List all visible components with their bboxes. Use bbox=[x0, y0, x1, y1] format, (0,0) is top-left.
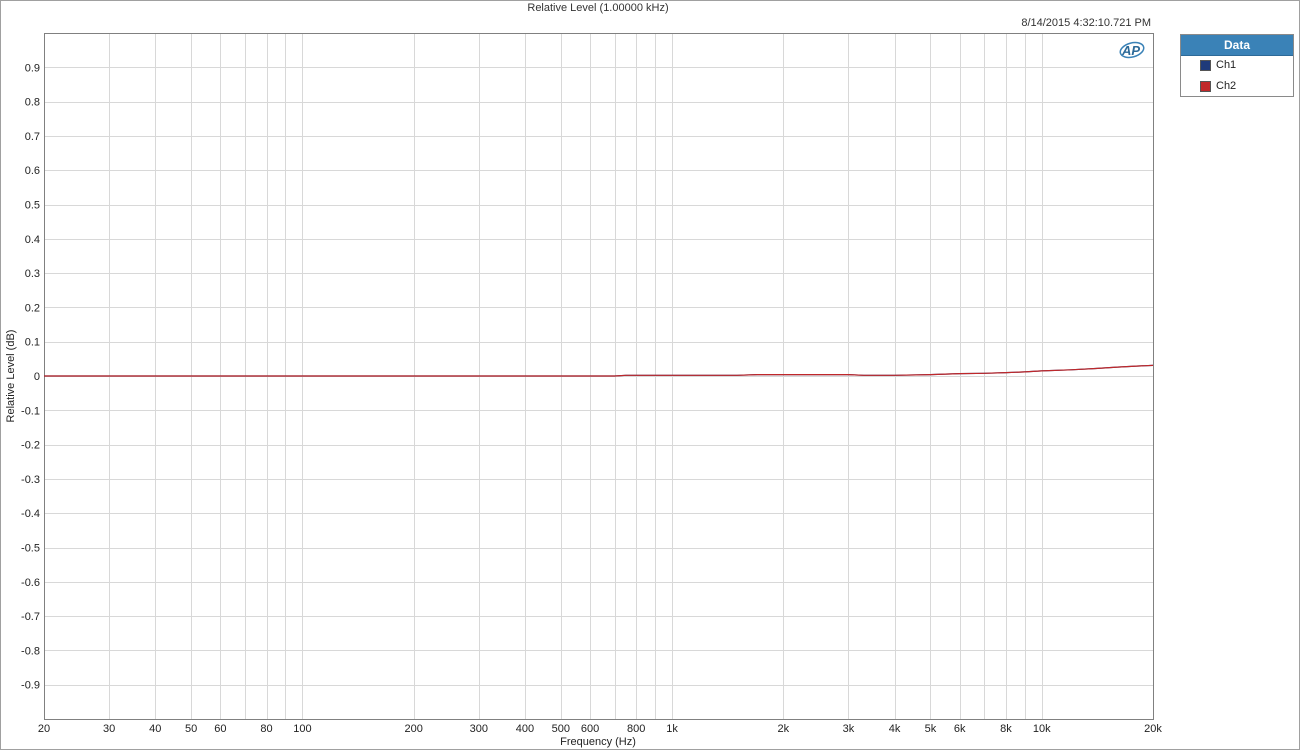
legend-item-ch1[interactable]: Ch1 bbox=[1181, 56, 1293, 77]
y-tick-label: 0.8 bbox=[25, 97, 40, 109]
x-tick-label: 40 bbox=[149, 723, 161, 735]
timestamp: 8/14/2015 4:32:10.721 PM bbox=[1021, 17, 1151, 29]
x-tick-label: 200 bbox=[404, 723, 422, 735]
x-tick-label: 300 bbox=[470, 723, 488, 735]
chart: Relative Level (1.00000 kHz) 8/14/2015 4… bbox=[0, 0, 1300, 750]
x-tick-label: 400 bbox=[516, 723, 534, 735]
x-tick-label: 4k bbox=[889, 723, 901, 735]
x-tick-label: 80 bbox=[260, 723, 272, 735]
ap-logo-text: AP bbox=[1121, 43, 1140, 58]
y-tick-label: -0.4 bbox=[21, 508, 40, 520]
x-tick-label: 8k bbox=[1000, 723, 1012, 735]
y-tick-label: -0.7 bbox=[21, 611, 40, 623]
x-tick-label: 100 bbox=[293, 723, 311, 735]
y-tick-label: -0.6 bbox=[21, 577, 40, 589]
y-tick-label: 0.9 bbox=[25, 62, 40, 74]
x-tick-label: 600 bbox=[581, 723, 599, 735]
legend-title: Data bbox=[1181, 35, 1293, 56]
y-tick-label: 0 bbox=[34, 371, 40, 383]
y-tick-label: 0.6 bbox=[25, 165, 40, 177]
legend-label-ch1: Ch1 bbox=[1216, 59, 1237, 71]
x-tick-label: 50 bbox=[185, 723, 197, 735]
legend-swatch-ch1 bbox=[1200, 60, 1211, 71]
y-tick-label: 0.2 bbox=[25, 302, 40, 314]
y-tick-label: 0.3 bbox=[25, 268, 40, 280]
x-axis-label: Frequency (Hz) bbox=[560, 736, 636, 748]
chart-title: Relative Level (1.00000 kHz) bbox=[527, 2, 668, 14]
y-tick-label: -0.1 bbox=[21, 405, 40, 417]
y-tick-label: 0.7 bbox=[25, 131, 40, 143]
y-axis-label: Relative Level (dB) bbox=[5, 330, 17, 423]
y-tick-label: -0.9 bbox=[21, 680, 40, 692]
x-tick-label: 800 bbox=[627, 723, 645, 735]
x-tick-label: 5k bbox=[925, 723, 937, 735]
legend: Data Ch1 Ch2 bbox=[1180, 34, 1294, 97]
y-tick-label: -0.2 bbox=[21, 440, 40, 452]
y-tick-label: -0.5 bbox=[21, 543, 40, 555]
x-tick-label: 20k bbox=[1144, 723, 1162, 735]
x-tick-label: 30 bbox=[103, 723, 115, 735]
x-tick-label: 3k bbox=[843, 723, 855, 735]
y-tick-label: -0.3 bbox=[21, 474, 40, 486]
x-tick-label: 2k bbox=[778, 723, 790, 735]
x-tick-label: 10k bbox=[1033, 723, 1051, 735]
legend-swatch-ch2 bbox=[1200, 81, 1211, 92]
y-tick-label: -0.8 bbox=[21, 645, 40, 657]
legend-label-ch2: Ch2 bbox=[1216, 80, 1237, 92]
x-tick-label: 60 bbox=[214, 723, 226, 735]
x-tick-label: 1k bbox=[666, 723, 678, 735]
y-tick-label: 0.5 bbox=[25, 200, 40, 212]
y-tick-label: 0.4 bbox=[25, 234, 40, 246]
y-tick-label: 0.1 bbox=[25, 337, 40, 349]
legend-item-ch2[interactable]: Ch2 bbox=[1181, 77, 1293, 98]
x-tick-label: 6k bbox=[954, 723, 966, 735]
x-tick-label: 500 bbox=[552, 723, 570, 735]
x-tick-label: 20 bbox=[38, 723, 50, 735]
